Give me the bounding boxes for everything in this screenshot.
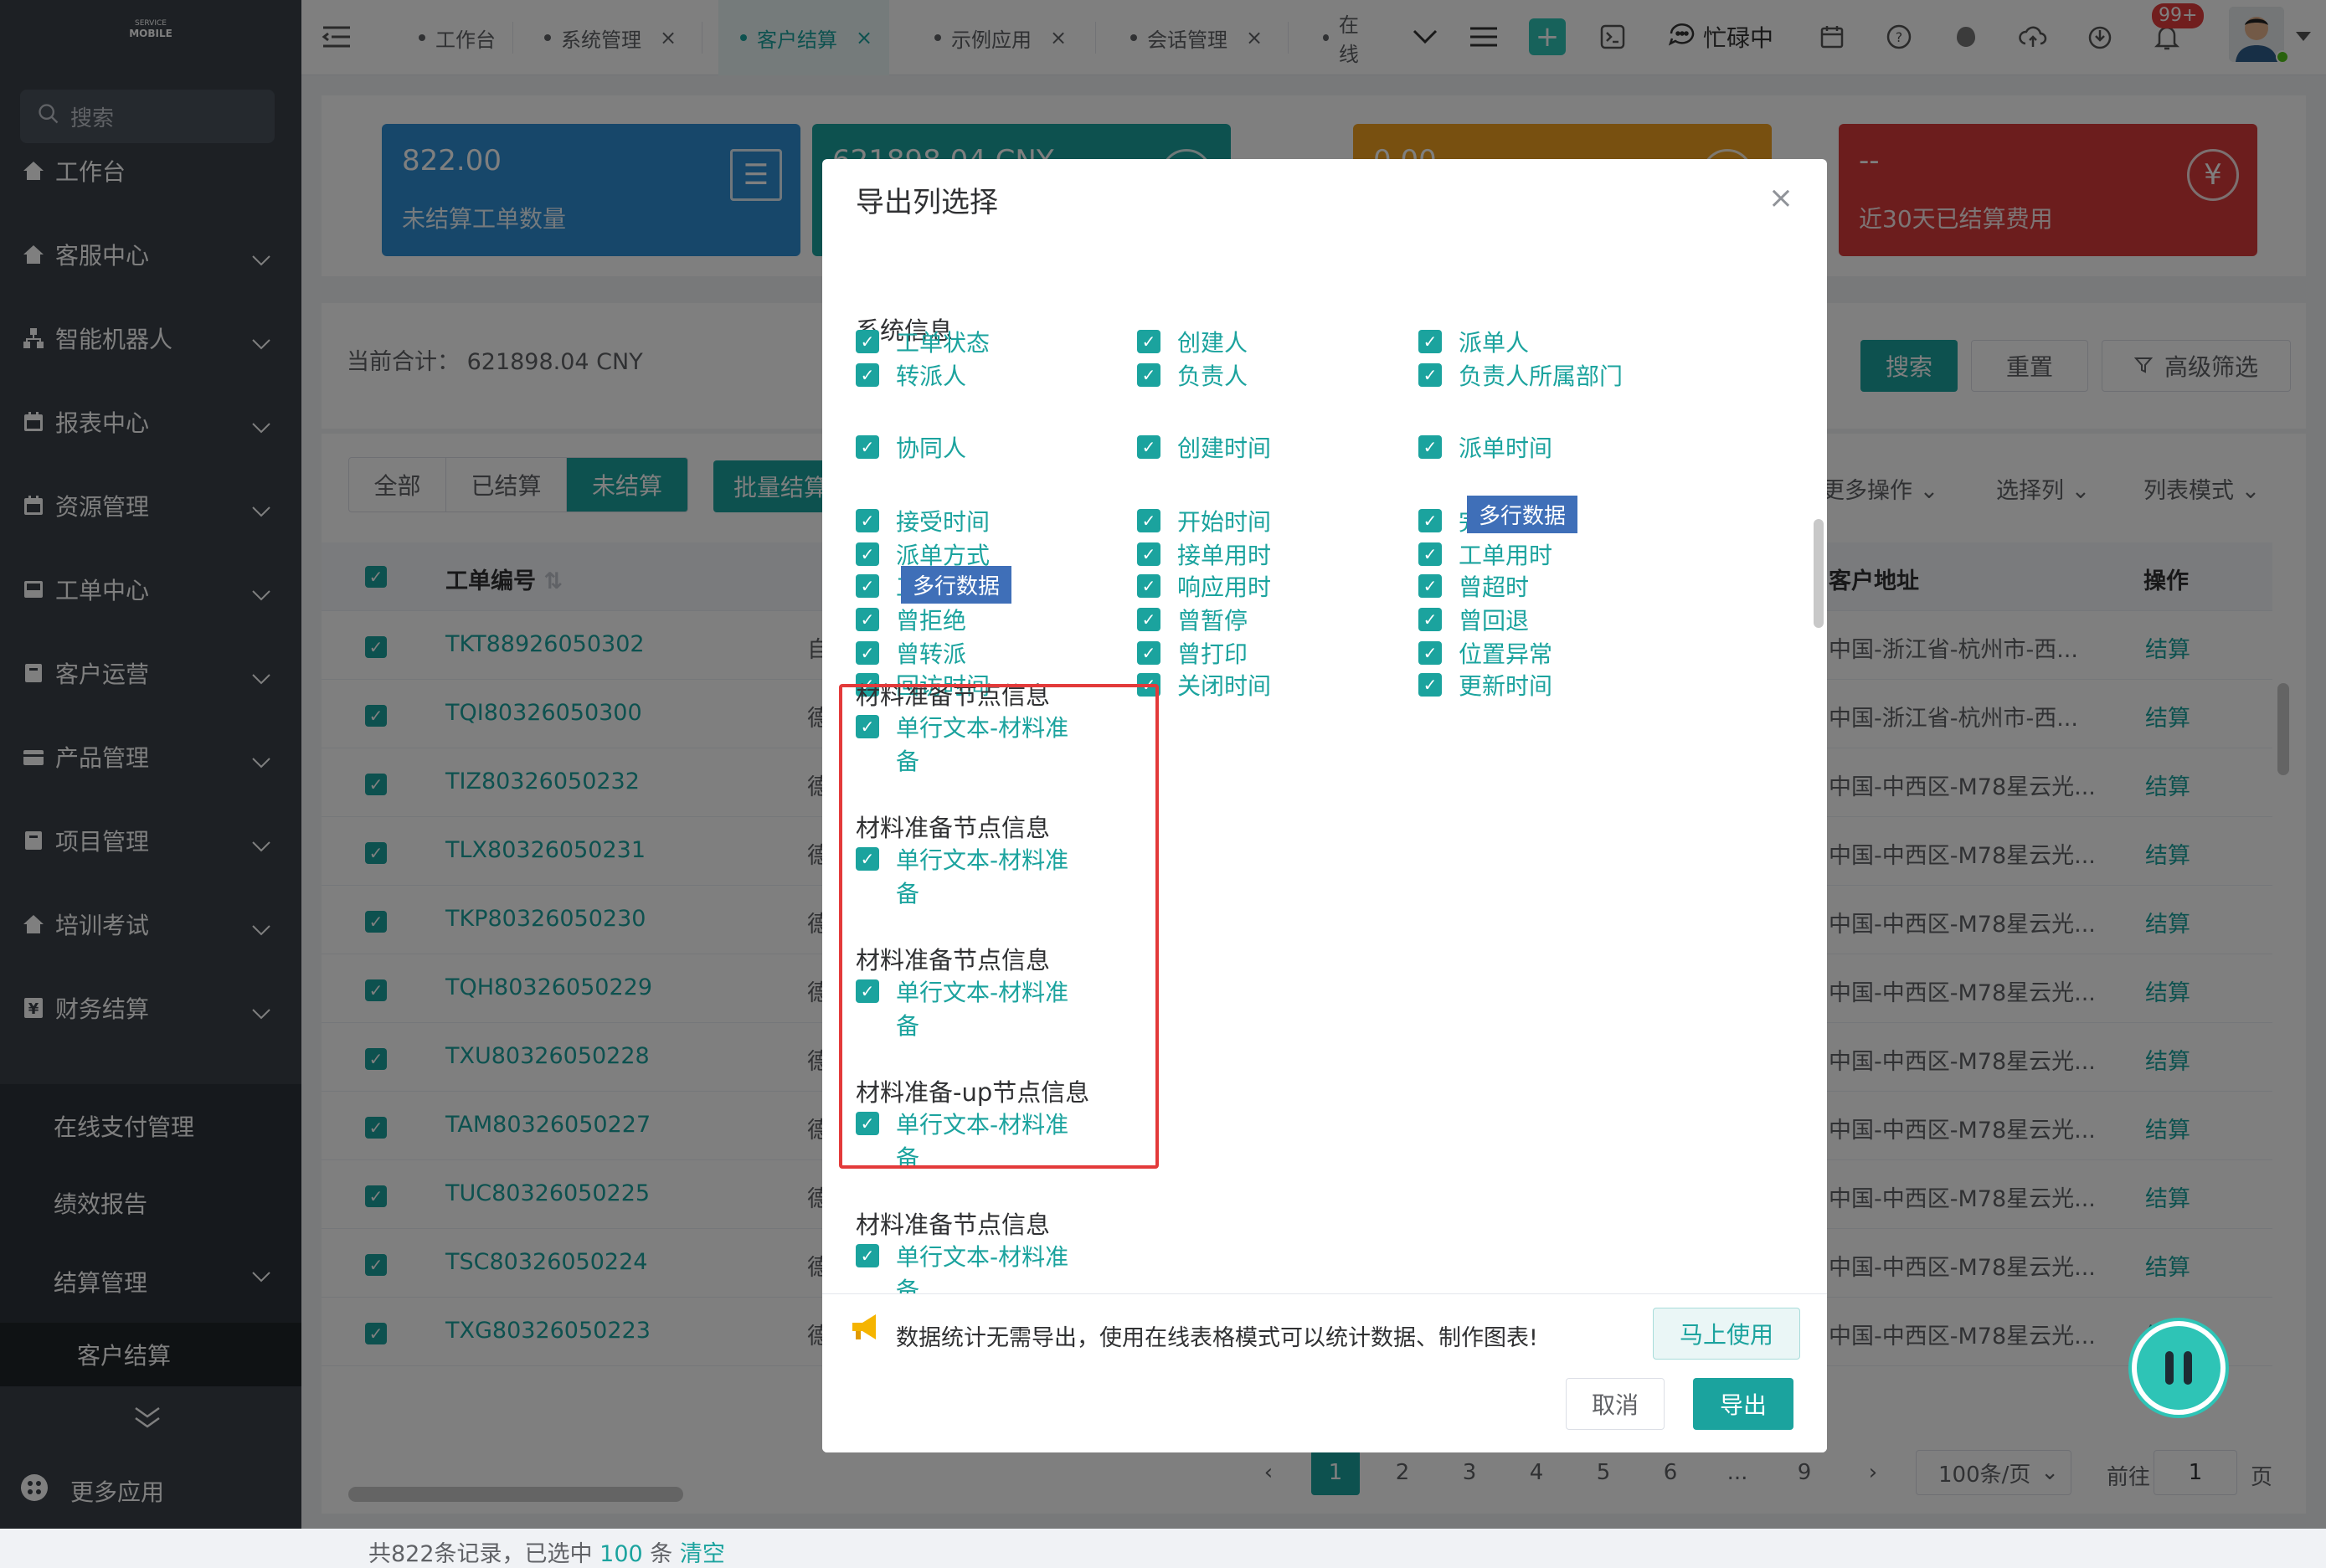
column-checkbox[interactable]: ✓ 负责人所属部门 bbox=[1418, 360, 1643, 393]
column-label: 接受时间 bbox=[896, 508, 991, 536]
column-label: 工单状态 bbox=[896, 329, 991, 357]
column-label: 单行文本-材料准备 bbox=[896, 1243, 1069, 1298]
checkbox-checked-icon: ✓ bbox=[1418, 608, 1442, 631]
checkbox-checked-icon: ✓ bbox=[1418, 509, 1442, 532]
clear-link[interactable]: 清空 bbox=[680, 1541, 725, 1567]
checkbox-checked-icon: ✓ bbox=[1418, 574, 1442, 598]
column-label: 曾拒绝 bbox=[896, 607, 967, 635]
checkbox-checked-icon: ✓ bbox=[856, 330, 879, 353]
pause-icon[interactable] bbox=[2132, 1321, 2226, 1415]
column-label: 负责人所属部门 bbox=[1459, 362, 1624, 390]
checkbox-checked-icon: ✓ bbox=[1137, 574, 1160, 598]
record-summary: 共822条记录，已选中 100 条 清空 bbox=[368, 1541, 725, 1567]
checkbox-checked-icon: ✓ bbox=[856, 542, 879, 566]
column-checkbox[interactable]: ✓ 创建时间 bbox=[1137, 432, 1361, 465]
column-checkbox[interactable]: ✓ 曾暂停 bbox=[1137, 604, 1361, 638]
column-label: 协同人 bbox=[896, 434, 967, 462]
checkbox-checked-icon: ✓ bbox=[1137, 435, 1160, 459]
column-label: 曾打印 bbox=[1177, 640, 1248, 668]
use-now-button[interactable]: 马上使用 bbox=[1653, 1308, 1800, 1360]
column-label: 更新时间 bbox=[1459, 672, 1553, 700]
column-label: 转派人 bbox=[896, 362, 967, 390]
column-checkbox[interactable]: ✓ 开始时间 bbox=[1137, 506, 1361, 539]
column-label: 位置异常 bbox=[1459, 640, 1553, 668]
dialog-footer: 数据统计无需导出，使用在线表格模式可以统计数据、制作图表! 马上使用 取消 导出 bbox=[822, 1293, 1827, 1452]
tip-text: 数据统计无需导出，使用在线表格模式可以统计数据、制作图表! bbox=[896, 1325, 1538, 1351]
column-label: 派单时间 bbox=[1459, 434, 1553, 462]
column-label: 接单用时 bbox=[1177, 542, 1272, 569]
checkbox-checked-icon: ✓ bbox=[1418, 330, 1442, 353]
checkbox-checked-icon: ✓ bbox=[1137, 641, 1160, 665]
column-label: 曾回退 bbox=[1459, 607, 1530, 635]
megaphone-icon bbox=[849, 1313, 883, 1351]
column-label: 负责人 bbox=[1177, 362, 1248, 390]
column-checkbox[interactable]: ✓ 关闭时间 bbox=[1137, 670, 1361, 703]
column-checkbox[interactable]: ✓ 曾拒绝 bbox=[856, 604, 1080, 638]
checkbox-checked-icon: ✓ bbox=[856, 1244, 879, 1267]
column-checkbox[interactable]: ✓ 转派人 bbox=[856, 360, 1080, 393]
column-checkbox[interactable]: ✓ 派单人 bbox=[1418, 326, 1643, 360]
column-label: 曾暂停 bbox=[1177, 607, 1248, 635]
column-checkbox[interactable]: ✓ 位置异常 bbox=[1418, 638, 1643, 671]
multi-row-tag: 多行数据 bbox=[901, 566, 1012, 604]
dialog-title: 导出列选择 bbox=[856, 186, 998, 219]
column-label: 创建人 bbox=[1177, 329, 1248, 357]
checkbox-checked-icon: ✓ bbox=[1418, 673, 1442, 697]
checkbox-checked-icon: ✓ bbox=[1137, 542, 1160, 566]
column-checkbox[interactable]: ✓ 单行文本-材料准备 bbox=[856, 1241, 1080, 1298]
column-checkbox[interactable]: ✓ 曾打印 bbox=[1137, 638, 1361, 671]
checkbox-checked-icon: ✓ bbox=[1137, 509, 1160, 532]
column-label: 曾转派 bbox=[896, 640, 967, 668]
highlight-box bbox=[839, 684, 1159, 1169]
column-checkbox[interactable]: ✓ 创建人 bbox=[1137, 326, 1361, 360]
close-icon[interactable]: × bbox=[1768, 181, 1793, 215]
checkbox-checked-icon: ✓ bbox=[856, 641, 879, 665]
column-label: 创建时间 bbox=[1177, 434, 1272, 462]
checkbox-checked-icon: ✓ bbox=[1418, 435, 1442, 459]
checkbox-checked-icon: ✓ bbox=[856, 363, 879, 387]
column-label: 工单用时 bbox=[1459, 542, 1553, 569]
multi-row-tag: 多行数据 bbox=[1467, 496, 1578, 533]
column-checkbox[interactable]: ✓ 响应用时 bbox=[1137, 571, 1361, 604]
column-label: 派单人 bbox=[1459, 329, 1530, 357]
column-checkbox[interactable]: ✓ 接受时间 bbox=[856, 506, 1080, 539]
column-checkbox[interactable]: ✓ 工单状态 bbox=[856, 326, 1080, 360]
checkbox-checked-icon: ✓ bbox=[1137, 330, 1160, 353]
checkbox-checked-icon: ✓ bbox=[1418, 641, 1442, 665]
column-label: 响应用时 bbox=[1177, 573, 1272, 601]
checkbox-checked-icon: ✓ bbox=[856, 574, 879, 598]
column-checkbox[interactable]: ✓ 接单用时 bbox=[1137, 539, 1361, 573]
column-checkbox[interactable]: ✓ 曾回退 bbox=[1418, 604, 1643, 638]
column-label: 开始时间 bbox=[1177, 508, 1272, 536]
checkbox-checked-icon: ✓ bbox=[1418, 542, 1442, 566]
checkbox-checked-icon: ✓ bbox=[1418, 363, 1442, 387]
checkbox-checked-icon: ✓ bbox=[1137, 363, 1160, 387]
checkbox-checked-icon: ✓ bbox=[856, 608, 879, 631]
checkbox-checked-icon: ✓ bbox=[856, 509, 879, 532]
export-button[interactable]: 导出 bbox=[1693, 1378, 1793, 1430]
checkbox-checked-icon: ✓ bbox=[1137, 608, 1160, 631]
column-checkbox[interactable]: ✓ 负责人 bbox=[1137, 360, 1361, 393]
column-checkbox[interactable]: ✓ 工单用时 bbox=[1418, 539, 1643, 573]
checkbox-checked-icon: ✓ bbox=[856, 435, 879, 459]
column-checkbox[interactable]: ✓ 协同人 bbox=[856, 432, 1080, 465]
column-checkbox[interactable]: ✓ 曾转派 bbox=[856, 638, 1080, 671]
column-checkbox[interactable]: ✓ 派单时间 bbox=[1418, 432, 1643, 465]
column-checkbox[interactable]: ✓ 更新时间 bbox=[1418, 670, 1643, 703]
column-label: 关闭时间 bbox=[1177, 672, 1272, 700]
group-title-node: 材料准备节点信息 bbox=[856, 1211, 1051, 1239]
column-label: 曾超时 bbox=[1459, 573, 1530, 601]
dialog-scrollbar[interactable] bbox=[1814, 519, 1824, 628]
cancel-button[interactable]: 取消 bbox=[1566, 1378, 1665, 1430]
column-checkbox[interactable]: ✓ 曾超时 bbox=[1418, 571, 1643, 604]
